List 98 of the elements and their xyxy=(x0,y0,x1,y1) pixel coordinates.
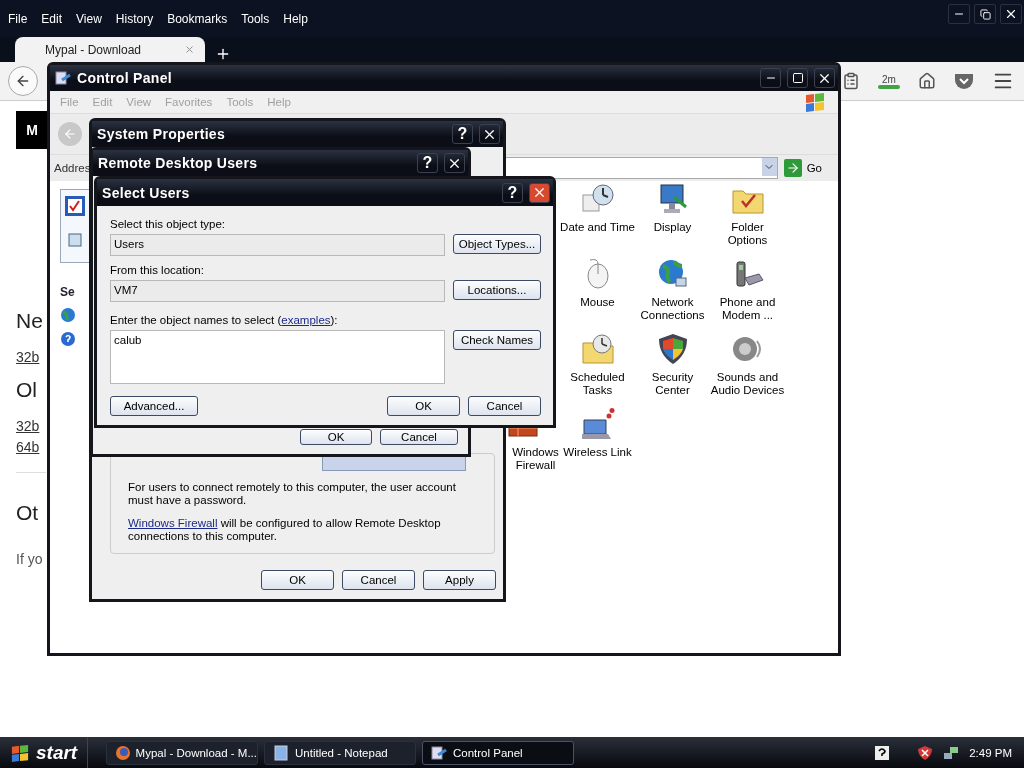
site-banner: M xyxy=(16,111,48,149)
close-button[interactable] xyxy=(444,153,465,173)
item-label[interactable]: Windows Firewall xyxy=(511,446,560,472)
download-badge[interactable]: 2m xyxy=(878,73,900,89)
menu-item[interactable]: History xyxy=(115,11,154,26)
close-icon xyxy=(1004,7,1018,21)
field-label: From this location: xyxy=(110,264,205,276)
object-types-button[interactable]: Object Types... xyxy=(453,234,541,254)
maximize-icon xyxy=(791,72,804,84)
item-label[interactable]: Mouse xyxy=(580,296,615,309)
home-icon[interactable] xyxy=(918,72,936,90)
item-label[interactable]: Phone and Modem ... xyxy=(710,296,785,322)
examples-link[interactable]: examples xyxy=(281,314,331,326)
help-button[interactable]: ? xyxy=(502,182,523,203)
heading: Ot xyxy=(16,501,39,525)
heading: Ol xyxy=(16,378,37,402)
item-label[interactable]: Network Connections xyxy=(635,296,710,322)
menu-item[interactable]: File xyxy=(8,11,28,26)
item-label[interactable]: Date and Time xyxy=(560,221,635,234)
flag-icon xyxy=(804,92,826,112)
control-panel-icon xyxy=(431,744,447,761)
restore-button[interactable] xyxy=(974,4,996,24)
go-button[interactable]: Go xyxy=(783,159,822,177)
tasks-icon xyxy=(580,333,615,365)
help-icon xyxy=(60,331,76,347)
menu-item[interactable]: Edit xyxy=(41,11,63,26)
item-label[interactable]: Scheduled Tasks xyxy=(560,371,635,397)
menu-item[interactable]: View xyxy=(76,11,102,26)
dialog-button[interactable]: Apply xyxy=(423,570,496,590)
field-label: Enter the object names to select (examples): xyxy=(110,314,339,326)
taskbar-button[interactable]: Untitled - Notepad xyxy=(264,740,416,765)
close-icon xyxy=(532,185,547,200)
clock-icon xyxy=(580,183,615,215)
dialog-button[interactable]: Cancel xyxy=(342,570,415,590)
clock: 2:49 PM xyxy=(969,746,1012,759)
minimize-button[interactable] xyxy=(760,68,781,88)
menu-item[interactable]: Bookmarks xyxy=(167,11,228,26)
window-title: Control Panel xyxy=(77,70,173,86)
control-panel-icon xyxy=(55,70,71,86)
help-icon[interactable] xyxy=(875,745,890,760)
dialog-title: System Properties xyxy=(97,126,227,142)
pane-heading: Se xyxy=(60,285,76,299)
cancel-button[interactable]: Cancel xyxy=(468,396,541,416)
dropdown-icon[interactable] xyxy=(761,158,777,176)
note-text: For users to connect remotely to this computer, the user account must have a password. xyxy=(128,481,457,507)
shield-icon[interactable] xyxy=(917,744,934,761)
item-label[interactable]: Folder Options xyxy=(710,221,785,247)
field-label: Select this object type: xyxy=(110,218,227,230)
item-label[interactable]: Sounds and Audio Devices xyxy=(710,371,785,397)
menu-item[interactable]: Help xyxy=(283,11,308,26)
back-button[interactable] xyxy=(8,66,38,96)
note-text: Windows Firewall will be configured to allow Remote Desktop connections to this computer. xyxy=(128,517,442,543)
locations-button[interactable]: Locations... xyxy=(453,280,541,300)
ok-button[interactable]: OK xyxy=(387,396,460,416)
checklist-icon xyxy=(63,194,87,218)
wireless-icon xyxy=(580,408,615,440)
paragraph: If yo xyxy=(16,551,43,567)
advanced-button[interactable]: Advanced... xyxy=(110,396,198,416)
restore-icon xyxy=(979,8,991,20)
maximize-button[interactable] xyxy=(787,68,808,88)
help-button[interactable]: ? xyxy=(417,153,438,173)
item-label[interactable]: Display xyxy=(653,221,692,234)
new-tab-icon[interactable] xyxy=(215,46,231,62)
download-link[interactable]: 32b xyxy=(16,349,40,365)
pocket-icon[interactable] xyxy=(954,72,974,90)
names-field[interactable]: calub xyxy=(110,330,445,384)
item-label[interactable]: Wireless Link xyxy=(563,446,632,459)
check-names-button[interactable]: Check Names xyxy=(453,330,541,350)
help-button[interactable]: ? xyxy=(452,124,473,144)
menu-item[interactable]: Tools xyxy=(241,11,270,26)
close-button[interactable] xyxy=(1000,4,1022,24)
taskbar-button[interactable]: Mypal - Download - M... xyxy=(106,740,258,765)
flag-icon xyxy=(10,743,30,762)
dialog-button[interactable]: OK xyxy=(300,429,372,445)
location-field[interactable]: VM7 xyxy=(110,280,445,302)
close-button[interactable] xyxy=(479,124,500,144)
dialog-title: Select Users xyxy=(102,184,191,201)
dialog-button[interactable]: OK xyxy=(261,570,334,590)
firewall-link[interactable]: Windows Firewall xyxy=(128,517,218,529)
item-label[interactable]: Security Center xyxy=(635,371,710,397)
network-icon[interactable] xyxy=(943,744,960,761)
minimize-button[interactable] xyxy=(948,4,970,24)
dialog-title: Remote Desktop Users xyxy=(98,155,259,171)
start-button[interactable]: start xyxy=(0,737,88,768)
close-icon[interactable] xyxy=(184,44,195,55)
address-label: Addres xyxy=(54,162,91,174)
heading: Ne xyxy=(16,309,43,333)
object-type-field[interactable]: Users xyxy=(110,234,445,256)
taskbar-button[interactable]: Control Panel xyxy=(422,740,574,765)
dialog-button[interactable]: Cancel xyxy=(380,429,458,445)
close-button[interactable] xyxy=(529,182,550,203)
reader-icon[interactable] xyxy=(842,72,860,90)
download-link[interactable]: 64b xyxy=(16,439,40,455)
window-icon xyxy=(67,232,83,248)
close-button[interactable] xyxy=(814,68,835,88)
browser-tab[interactable]: Mypal - Download xyxy=(15,37,205,62)
notepad-icon xyxy=(273,744,289,761)
download-link[interactable]: 32b xyxy=(16,418,40,434)
